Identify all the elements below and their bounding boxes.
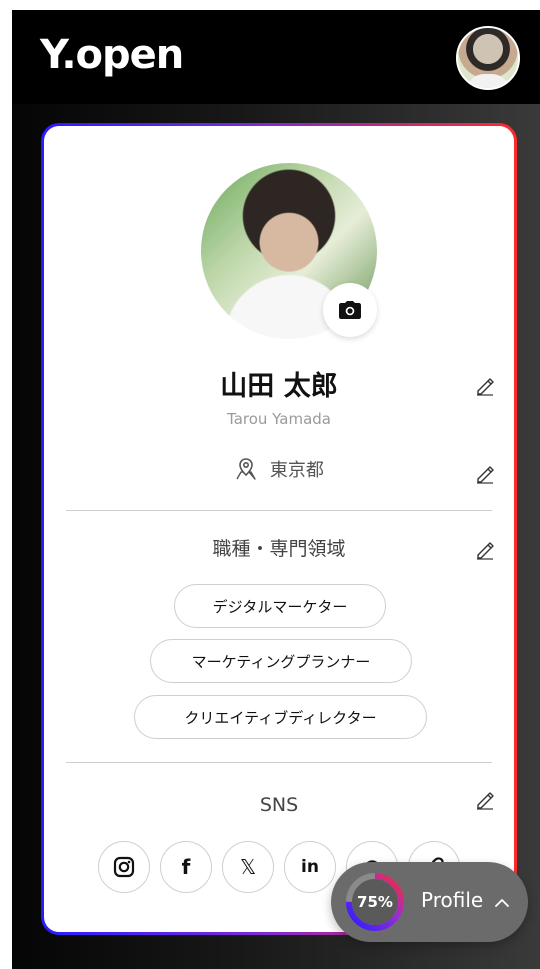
x-icon: 𝕏 bbox=[239, 855, 257, 879]
profile-photo-wrap bbox=[201, 163, 377, 339]
edit-sns-icon[interactable] bbox=[475, 790, 495, 810]
chevron-up-icon bbox=[495, 899, 509, 907]
divider-bottom bbox=[66, 762, 492, 763]
divider-top bbox=[66, 510, 492, 511]
occupation-section-title: 職種・専門領域 bbox=[212, 538, 346, 560]
change-photo-button[interactable] bbox=[323, 283, 377, 337]
profile-romaji: Tarou Yamada bbox=[227, 410, 331, 428]
top-bar: Y.open bbox=[12, 10, 540, 104]
profile-card: 山田 太郎 Tarou Yamada 東京都 職種・専門領域 デジタルマーケター… bbox=[41, 123, 517, 935]
user-avatar-button[interactable] bbox=[456, 26, 520, 90]
edit-location-icon[interactable] bbox=[475, 464, 495, 484]
linkedin-button[interactable]: in bbox=[284, 841, 336, 893]
app-logo[interactable]: Y.open bbox=[40, 32, 184, 78]
profile-location: 東京都 bbox=[44, 456, 514, 486]
map-pin-icon bbox=[234, 457, 258, 486]
occupation-tag[interactable]: デジタルマーケター bbox=[174, 584, 386, 628]
profile-label: Profile bbox=[421, 888, 484, 912]
x-button[interactable]: 𝕏 bbox=[222, 841, 274, 893]
edit-occupation-icon[interactable] bbox=[475, 540, 495, 560]
instagram-icon bbox=[113, 856, 135, 878]
edit-name-icon[interactable] bbox=[475, 376, 495, 396]
profile-card-inner: 山田 太郎 Tarou Yamada 東京都 職種・専門領域 デジタルマーケター… bbox=[44, 126, 514, 932]
profile-name: 山田 太郎 bbox=[220, 371, 338, 402]
facebook-button[interactable]: f bbox=[160, 841, 212, 893]
linkedin-icon: in bbox=[301, 857, 319, 877]
occupation-tag[interactable]: クリエイティブディレクター bbox=[134, 695, 427, 739]
instagram-button[interactable] bbox=[98, 841, 150, 893]
camera-icon bbox=[339, 301, 361, 319]
profile-completion-button[interactable]: 75% Profile bbox=[331, 862, 528, 942]
facebook-icon: f bbox=[181, 855, 191, 879]
progress-percent: 75% bbox=[357, 893, 393, 911]
avatar-shirt bbox=[466, 74, 510, 88]
sns-section-title: SNS bbox=[259, 794, 299, 816]
app-frame: Y.open 山田 太郎 Tarou Yamada 東京都 職種・専門領域 デジ… bbox=[12, 10, 540, 969]
location-text: 東京都 bbox=[269, 460, 324, 481]
occupation-tag[interactable]: マーケティングプランナー bbox=[150, 639, 412, 683]
